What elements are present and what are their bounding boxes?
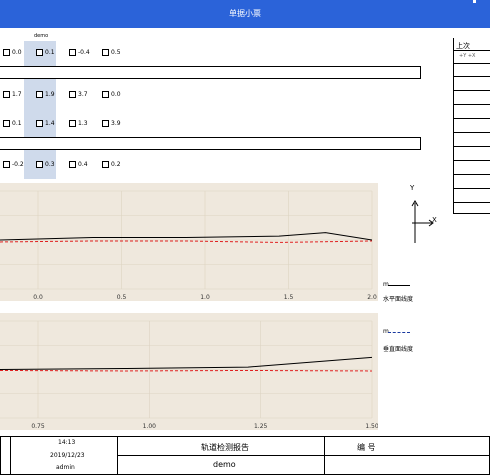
row-checkbox[interactable] bbox=[3, 120, 10, 127]
axis-indicator: Y bbox=[411, 200, 434, 243]
row-value: 0.4 bbox=[78, 161, 88, 168]
report-subtitle: demo bbox=[213, 460, 236, 469]
row-value: -0.4 bbox=[78, 49, 90, 56]
table-row-divider bbox=[453, 90, 490, 91]
row-value: 1.9 bbox=[45, 91, 55, 98]
row-value: 0.0 bbox=[111, 91, 121, 98]
horizontal-alignment-chart: 0.0 0.5 1.0 1.5 2.0 bbox=[0, 183, 378, 301]
history-table: 上次 +Y +X bbox=[453, 38, 490, 214]
row-checkbox[interactable] bbox=[36, 49, 43, 56]
row-checkbox[interactable] bbox=[69, 91, 76, 98]
table-row-divider bbox=[453, 104, 490, 105]
x-tick-label: 1.0 bbox=[200, 294, 210, 301]
table-row-divider bbox=[453, 146, 490, 147]
row-value: 1.3 bbox=[78, 120, 88, 127]
row-value: 0.0 bbox=[12, 49, 22, 56]
history-table-subheader: +Y +X bbox=[459, 53, 476, 59]
highlighted-column bbox=[24, 41, 56, 179]
row-checkbox[interactable] bbox=[102, 91, 109, 98]
row-checkbox[interactable] bbox=[102, 49, 109, 56]
row-checkbox[interactable] bbox=[36, 91, 43, 98]
report-title: 轨道检测报告 bbox=[201, 443, 249, 452]
table-row-divider bbox=[453, 202, 490, 203]
table-row-divider bbox=[453, 132, 490, 133]
x-axis-label: X bbox=[432, 216, 437, 224]
legend-bottom-line bbox=[388, 332, 410, 333]
window-title: 单据小票 bbox=[229, 9, 261, 18]
table-row-divider bbox=[453, 213, 490, 214]
footer-time: 14:13 bbox=[58, 439, 76, 446]
table-row-divider bbox=[453, 188, 490, 189]
row-checkbox[interactable] bbox=[3, 49, 10, 56]
table-row-divider bbox=[453, 160, 490, 161]
row-value: 0.3 bbox=[45, 161, 55, 168]
row-checkbox[interactable] bbox=[3, 161, 10, 168]
x-tick-label: 0.5 bbox=[117, 294, 127, 301]
footer-user: admin bbox=[56, 464, 75, 471]
legend-bottom-title: 垂直面线度 bbox=[383, 346, 414, 353]
row-checkbox[interactable] bbox=[102, 120, 109, 127]
row-value: 1.7 bbox=[12, 91, 22, 98]
table-row-divider bbox=[453, 50, 490, 51]
vertical-alignment-chart: 0.75 1.00 1.25 1.50 bbox=[0, 313, 378, 430]
row-checkbox[interactable] bbox=[36, 120, 43, 127]
series-line-2 bbox=[0, 240, 373, 243]
row-checkbox[interactable] bbox=[69, 161, 76, 168]
footer-code-cell bbox=[324, 436, 490, 456]
row-value: 1.4 bbox=[45, 120, 55, 127]
x-tick-label: 1.25 bbox=[254, 423, 268, 430]
x-tick-label: 2.0 bbox=[367, 294, 377, 301]
column-label: demo bbox=[34, 33, 49, 39]
footer-date: 2019/12/23 bbox=[50, 452, 85, 459]
row-checkbox[interactable] bbox=[102, 161, 109, 168]
series-line-1 bbox=[0, 356, 373, 370]
row-value: 0.2 bbox=[111, 161, 121, 168]
report-code-label: 编 号 bbox=[357, 443, 376, 452]
table-row-divider bbox=[453, 118, 490, 119]
x-tick-label: 0.75 bbox=[31, 423, 45, 430]
row-checkbox[interactable] bbox=[69, 49, 76, 56]
x-tick-label: 0.0 bbox=[33, 294, 43, 301]
row-value: 0.5 bbox=[111, 49, 121, 56]
row-value: 0.1 bbox=[45, 49, 55, 56]
row-checkbox[interactable] bbox=[69, 120, 76, 127]
x-tick-label: 1.00 bbox=[143, 423, 157, 430]
legend-top-line bbox=[388, 285, 410, 286]
footer-code-value-cell bbox=[324, 455, 490, 475]
x-tick-label: 1.50 bbox=[365, 423, 378, 430]
row-value: -0.2 bbox=[12, 161, 24, 168]
table-row-divider bbox=[453, 76, 490, 77]
legend-top-title: 水平面线度 bbox=[383, 296, 414, 303]
input-bar[interactable] bbox=[0, 137, 421, 150]
row-value: 3.7 bbox=[78, 91, 88, 98]
table-row-divider bbox=[453, 174, 490, 175]
row-checkbox[interactable] bbox=[36, 161, 43, 168]
input-bar[interactable] bbox=[0, 66, 421, 79]
y-axis-label: Y bbox=[410, 184, 415, 192]
footer-left-edge bbox=[0, 436, 11, 475]
table-row-divider bbox=[453, 63, 490, 64]
row-value: 3.9 bbox=[111, 120, 121, 127]
report-footer: 14:13 2019/12/23 admin 轨道检测报告 demo 编 号 bbox=[0, 436, 490, 475]
x-tick-label: 1.5 bbox=[284, 294, 294, 301]
title-bar-marker bbox=[473, 0, 476, 3]
title-bar: 单据小票 bbox=[0, 0, 490, 28]
series-line-1 bbox=[0, 232, 373, 241]
row-value: 0.1 bbox=[12, 120, 22, 127]
row-checkbox[interactable] bbox=[3, 91, 10, 98]
